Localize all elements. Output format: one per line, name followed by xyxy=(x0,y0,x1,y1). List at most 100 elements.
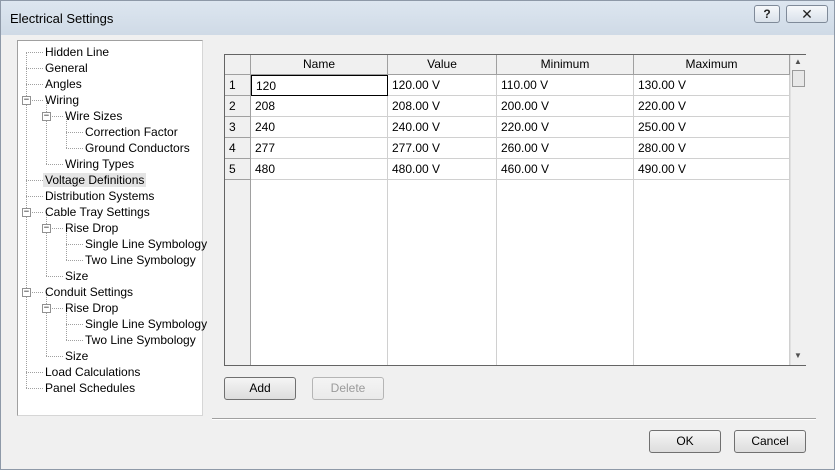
tree-connector xyxy=(26,52,43,53)
tree-item-wiring[interactable]: Wiring xyxy=(43,92,81,108)
tree-item-wire-sizes[interactable]: Wire Sizes xyxy=(63,108,124,124)
tree-connector xyxy=(46,164,63,165)
tree-item-label: Panel Schedules xyxy=(45,381,136,395)
tree-item-load-calculations[interactable]: Load Calculations xyxy=(43,364,142,380)
tree-connector xyxy=(66,148,83,149)
footer-divider xyxy=(212,418,816,420)
tree-item-label: Wire Sizes xyxy=(65,109,123,123)
grid-corner xyxy=(225,55,251,75)
tree-item-size[interactable]: Size xyxy=(63,348,90,364)
tree-item-label: Two Line Symbology xyxy=(85,253,196,267)
tree-item-label: Correction Factor xyxy=(85,125,178,139)
scroll-up-icon[interactable]: ▲ xyxy=(794,57,802,66)
row-header-empty xyxy=(225,180,251,365)
help-button[interactable]: ? xyxy=(754,5,780,23)
tree-item-rise-drop[interactable]: Rise Drop xyxy=(63,220,120,236)
grid-cell[interactable]: 130.00 V xyxy=(634,75,790,96)
grid-cell[interactable]: 208 xyxy=(251,96,388,117)
tree-item-general[interactable]: General xyxy=(43,60,90,76)
grid-cell[interactable]: 208.00 V xyxy=(388,96,497,117)
grid-cell[interactable]: 260.00 V xyxy=(497,138,634,159)
tree-item-panel-schedules[interactable]: Panel Schedules xyxy=(43,380,137,396)
column-header[interactable]: Value xyxy=(388,55,497,75)
tree-connector xyxy=(46,292,47,356)
grid-cell[interactable]: 277 xyxy=(251,138,388,159)
grid-cell[interactable]: 280.00 V xyxy=(634,138,790,159)
title-bar: Electrical Settings ? ✕ xyxy=(1,1,834,35)
grid-cell[interactable]: 277.00 V xyxy=(388,138,497,159)
grid-cell[interactable]: 220.00 V xyxy=(497,117,634,138)
tree-item-voltage-definitions[interactable]: Voltage Definitions xyxy=(43,172,147,188)
column-divider xyxy=(388,180,497,365)
tree-connector xyxy=(26,196,43,197)
tree-item-label: Ground Conductors xyxy=(85,141,190,155)
tree-item-conduit-settings[interactable]: Conduit Settings xyxy=(43,284,135,300)
grid-cell[interactable]: 240.00 V xyxy=(388,117,497,138)
grid-cell[interactable]: 460.00 V xyxy=(497,159,634,180)
grid-cell[interactable]: 120 xyxy=(251,75,388,96)
tree-connector xyxy=(66,260,83,261)
tree-item-label: Distribution Systems xyxy=(45,189,155,203)
tree-connector xyxy=(66,132,83,133)
tree-connector xyxy=(46,276,63,277)
column-header[interactable]: Minimum xyxy=(497,55,634,75)
add-button[interactable]: Add xyxy=(224,377,296,400)
vertical-scrollbar[interactable]: ▲ ▼ xyxy=(790,55,806,365)
tree-connector xyxy=(26,388,43,389)
tree-item-ground-conductors[interactable]: Ground Conductors xyxy=(83,140,192,156)
grid-cell[interactable]: 110.00 V xyxy=(497,75,634,96)
column-header[interactable]: Name xyxy=(251,55,388,75)
collapse-toggle-icon[interactable]: − xyxy=(42,224,51,233)
collapse-toggle-icon[interactable]: − xyxy=(42,112,51,121)
close-button[interactable]: ✕ xyxy=(786,5,828,23)
tree-item-label: Load Calculations xyxy=(45,365,141,379)
row-header[interactable]: 5 xyxy=(225,159,251,180)
ok-button[interactable]: OK xyxy=(649,430,721,453)
row-header[interactable]: 4 xyxy=(225,138,251,159)
row-header[interactable]: 3 xyxy=(225,117,251,138)
tree-item-single-line-symbology[interactable]: Single Line Symbology xyxy=(83,236,209,252)
tree-connector xyxy=(26,180,43,181)
grid-cell[interactable]: 200.00 V xyxy=(497,96,634,117)
collapse-toggle-icon[interactable]: − xyxy=(22,96,31,105)
tree-item-label: Wiring xyxy=(45,93,80,107)
collapse-toggle-icon[interactable]: − xyxy=(22,208,31,217)
tree-item-distribution-systems[interactable]: Distribution Systems xyxy=(43,188,156,204)
tree-connector xyxy=(26,372,43,373)
collapse-toggle-icon[interactable]: − xyxy=(42,304,51,313)
grid-cell[interactable]: 480.00 V xyxy=(388,159,497,180)
tree-item-angles[interactable]: Angles xyxy=(43,76,84,92)
column-header[interactable]: Maximum xyxy=(634,55,790,75)
tree-item-correction-factor[interactable]: Correction Factor xyxy=(83,124,180,140)
tree-item-two-line-symbology[interactable]: Two Line Symbology xyxy=(83,252,198,268)
tree-connector xyxy=(46,100,47,164)
grid-cell[interactable]: 480 xyxy=(251,159,388,180)
tree-item-label: Hidden Line xyxy=(45,45,110,59)
row-header[interactable]: 1 xyxy=(225,75,251,96)
scrollbar-thumb[interactable] xyxy=(792,70,805,87)
tree-item-size[interactable]: Size xyxy=(63,268,90,284)
grid-cell[interactable]: 220.00 V xyxy=(634,96,790,117)
grid-cell[interactable]: 240 xyxy=(251,117,388,138)
tree-item-wiring-types[interactable]: Wiring Types xyxy=(63,156,136,172)
column-divider xyxy=(634,180,790,365)
grid-cell[interactable]: 120.00 V xyxy=(388,75,497,96)
settings-tree[interactable]: Hidden Line General Angles − Wiring − Wire Siz… xyxy=(17,40,207,416)
tree-item-single-line-symbology[interactable]: Single Line Symbology xyxy=(83,316,209,332)
tree-item-label: Cable Tray Settings xyxy=(45,205,150,219)
grid-cell[interactable]: 250.00 V xyxy=(634,117,790,138)
tree-item-label: Rise Drop xyxy=(65,301,119,315)
collapse-toggle-icon[interactable]: − xyxy=(22,288,31,297)
tree-item-hidden-line[interactable]: Hidden Line xyxy=(43,44,111,60)
window-title: Electrical Settings xyxy=(10,11,114,26)
tree-item-label: Two Line Symbology xyxy=(85,333,196,347)
row-header[interactable]: 2 xyxy=(225,96,251,117)
grid-cell[interactable]: 490.00 V xyxy=(634,159,790,180)
scroll-down-icon[interactable]: ▼ xyxy=(794,351,802,360)
tree-item-two-line-symbology[interactable]: Two Line Symbology xyxy=(83,332,198,348)
tree-item-cable-tray-settings[interactable]: Cable Tray Settings xyxy=(43,204,152,220)
tree-item-label: Wiring Types xyxy=(65,157,135,171)
cancel-button[interactable]: Cancel xyxy=(734,430,806,453)
delete-button[interactable]: Delete xyxy=(312,377,384,400)
tree-item-rise-drop[interactable]: Rise Drop xyxy=(63,300,120,316)
